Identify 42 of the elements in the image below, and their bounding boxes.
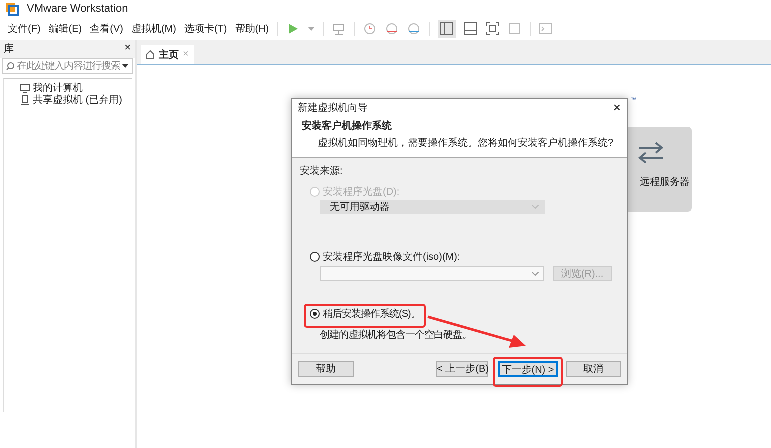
dialog-subheading: 虚拟机如同物理机，需要操作系统。您将如何安装客户机操作系统? <box>317 136 615 150</box>
menu-item[interactable]: 查看(V) <box>90 22 124 36</box>
sidebar-layout-icon[interactable] <box>438 20 456 38</box>
dialog-title: 新建虚拟机向导 <box>298 102 368 114</box>
radio-option[interactable]: 稍后安装操作系统(S)。 <box>310 307 619 321</box>
monitor-icon <box>20 84 30 92</box>
next-button[interactable]: 下一步(N) > <box>498 361 558 377</box>
section-label: 安装来源: <box>300 164 344 178</box>
library-title: 库 <box>4 42 14 56</box>
app-logo-icon <box>5 2 19 16</box>
cancel-button[interactable]: 取消 <box>566 361 621 377</box>
help-button[interactable]: 帮助 <box>298 361 354 377</box>
play-icon[interactable] <box>286 22 300 36</box>
chevron-icon <box>532 272 539 276</box>
chevron-icon <box>532 205 539 209</box>
close-button[interactable]: × <box>613 100 621 115</box>
home-tab[interactable]: 主页 × <box>141 45 194 64</box>
network-icon[interactable] <box>332 22 346 36</box>
menu-item[interactable]: 选项卡(T) <box>184 22 228 36</box>
shared-vm-icon <box>20 95 30 105</box>
menu-item[interactable]: 虚拟机(M) <box>131 22 176 36</box>
tree-item[interactable]: 共享虚拟机 (已弃用) <box>33 93 122 107</box>
option-description: 创建的虚拟机将包含一个空白硬盘。 <box>320 328 473 342</box>
transfer-arrows-icon <box>638 141 664 165</box>
back-button[interactable]: < 上一步(B) <box>436 361 488 377</box>
dialog-heading: 安装客户机操作系统 <box>302 119 393 133</box>
dropdown-arrow-icon[interactable] <box>122 64 129 68</box>
tree-item[interactable]: 我的计算机 <box>33 81 83 95</box>
console-icon[interactable] <box>539 22 554 36</box>
fullscreen-icon[interactable] <box>486 22 500 36</box>
radio-option[interactable]: 安装程序光盘映像文件(iso)(M): <box>310 250 619 264</box>
caret-icon[interactable] <box>308 26 316 32</box>
iso-path-field[interactable] <box>320 266 544 281</box>
menu-item[interactable]: 编辑(E) <box>48 22 82 36</box>
menu-item[interactable]: 帮助(H) <box>235 22 270 36</box>
search-icon <box>6 62 15 70</box>
close-button[interactable]: × <box>124 42 131 56</box>
home-icon <box>146 50 155 59</box>
menu-item[interactable]: 文件(F) <box>8 22 41 36</box>
panel-layout-icon[interactable] <box>464 22 478 36</box>
highlight-frame <box>493 357 563 387</box>
window-title: VMware Workstation <box>27 3 128 15</box>
